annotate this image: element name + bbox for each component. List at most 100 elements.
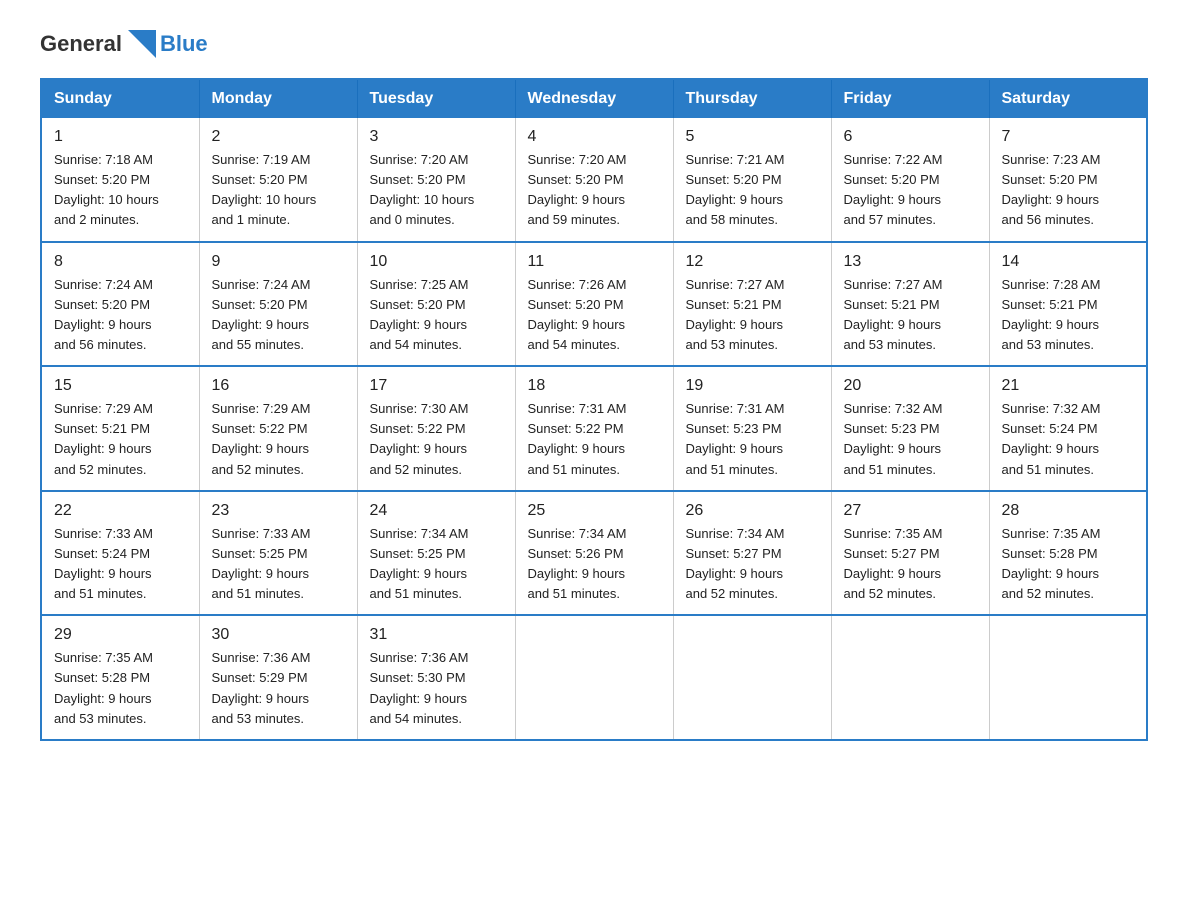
day-number: 5 [686,128,819,146]
day-number: 7 [1002,128,1135,146]
weekday-header-wednesday: Wednesday [515,79,673,118]
day-info: Sunrise: 7:32 AMSunset: 5:24 PMDaylight:… [1002,399,1135,480]
day-info: Sunrise: 7:25 AMSunset: 5:20 PMDaylight:… [370,275,503,356]
day-info: Sunrise: 7:23 AMSunset: 5:20 PMDaylight:… [1002,150,1135,231]
day-info: Sunrise: 7:22 AMSunset: 5:20 PMDaylight:… [844,150,977,231]
calendar-cell: 26 Sunrise: 7:34 AMSunset: 5:27 PMDayligh… [673,491,831,616]
day-info: Sunrise: 7:29 AMSunset: 5:22 PMDaylight:… [212,399,345,480]
day-info: Sunrise: 7:21 AMSunset: 5:20 PMDaylight:… [686,150,819,231]
day-info: Sunrise: 7:27 AMSunset: 5:21 PMDaylight:… [686,275,819,356]
day-info: Sunrise: 7:36 AMSunset: 5:29 PMDaylight:… [212,648,345,729]
day-info: Sunrise: 7:34 AMSunset: 5:25 PMDaylight:… [370,524,503,605]
calendar-cell: 19Sunrise: 7:31 AMSunset: 5:23 PMDayligh… [673,366,831,491]
day-info: Sunrise: 7:28 AMSunset: 5:21 PMDaylight:… [1002,275,1135,356]
calendar-cell [831,615,989,740]
weekday-header-monday: Monday [199,79,357,118]
day-info: Sunrise: 7:24 AMSunset: 5:20 PMDaylight:… [212,275,345,356]
day-number: 28 [1002,502,1135,520]
day-number: 18 [528,377,661,395]
day-number: 26 [686,502,819,520]
day-info: Sunrise: 7:26 AMSunset: 5:20 PMDaylight:… [528,275,661,356]
day-number: 16 [212,377,345,395]
day-number: 31 [370,626,503,644]
day-info: Sunrise: 7:32 AMSunset: 5:23 PMDaylight:… [844,399,977,480]
calendar-cell: 5 Sunrise: 7:21 AMSunset: 5:20 PMDaylight… [673,118,831,242]
day-number: 9 [212,253,345,271]
day-number: 21 [1002,377,1135,395]
day-info: Sunrise: 7:20 AMSunset: 5:20 PMDaylight:… [528,150,661,231]
calendar-cell [989,615,1147,740]
calendar-cell: 27 Sunrise: 7:35 AMSunset: 5:27 PMDayligh… [831,491,989,616]
day-number: 15 [54,377,187,395]
day-number: 29 [54,626,187,644]
calendar-table: SundayMondayTuesdayWednesdayThursdayFrid… [40,78,1148,741]
calendar-cell: 17 Sunrise: 7:30 AMSunset: 5:22 PMDayligh… [357,366,515,491]
day-info: Sunrise: 7:34 AMSunset: 5:27 PMDaylight:… [686,524,819,605]
calendar-cell: 2Sunrise: 7:19 AMSunset: 5:20 PMDaylight… [199,118,357,242]
logo: General Blue [40,30,208,58]
day-number: 25 [528,502,661,520]
day-number: 8 [54,253,187,271]
day-number: 3 [370,128,503,146]
day-number: 27 [844,502,977,520]
day-info: Sunrise: 7:35 AMSunset: 5:28 PMDaylight:… [1002,524,1135,605]
calendar-cell: 14 Sunrise: 7:28 AMSunset: 5:21 PMDayligh… [989,242,1147,367]
day-number: 30 [212,626,345,644]
weekday-header-friday: Friday [831,79,989,118]
day-info: Sunrise: 7:36 AMSunset: 5:30 PMDaylight:… [370,648,503,729]
weekday-header-row: SundayMondayTuesdayWednesdayThursdayFrid… [41,79,1147,118]
calendar-cell: 11Sunrise: 7:26 AMSunset: 5:20 PMDayligh… [515,242,673,367]
calendar-cell: 23 Sunrise: 7:33 AMSunset: 5:25 PMDayligh… [199,491,357,616]
calendar-cell [673,615,831,740]
calendar-week-row: 29 Sunrise: 7:35 AMSunset: 5:28 PMDayligh… [41,615,1147,740]
calendar-cell: 20 Sunrise: 7:32 AMSunset: 5:23 PMDayligh… [831,366,989,491]
logo-text-general: General [40,31,122,57]
calendar-cell: 29 Sunrise: 7:35 AMSunset: 5:28 PMDayligh… [41,615,199,740]
calendar-cell: 3 Sunrise: 7:20 AMSunset: 5:20 PMDaylight… [357,118,515,242]
calendar-cell: 1Sunrise: 7:18 AMSunset: 5:20 PMDaylight… [41,118,199,242]
day-number: 20 [844,377,977,395]
calendar-cell [515,615,673,740]
day-number: 13 [844,253,977,271]
calendar-cell: 12Sunrise: 7:27 AMSunset: 5:21 PMDayligh… [673,242,831,367]
calendar-cell: 6 Sunrise: 7:22 AMSunset: 5:20 PMDaylight… [831,118,989,242]
page-header: General Blue [40,30,1148,58]
day-info: Sunrise: 7:35 AMSunset: 5:27 PMDaylight:… [844,524,977,605]
calendar-cell: 28 Sunrise: 7:35 AMSunset: 5:28 PMDayligh… [989,491,1147,616]
calendar-week-row: 22Sunrise: 7:33 AMSunset: 5:24 PMDayligh… [41,491,1147,616]
day-number: 4 [528,128,661,146]
day-number: 1 [54,128,187,146]
calendar-week-row: 15Sunrise: 7:29 AMSunset: 5:21 PMDayligh… [41,366,1147,491]
calendar-cell: 7 Sunrise: 7:23 AMSunset: 5:20 PMDaylight… [989,118,1147,242]
calendar-cell: 25 Sunrise: 7:34 AMSunset: 5:26 PMDayligh… [515,491,673,616]
weekday-header-saturday: Saturday [989,79,1147,118]
calendar-cell: 4 Sunrise: 7:20 AMSunset: 5:20 PMDaylight… [515,118,673,242]
weekday-header-sunday: Sunday [41,79,199,118]
day-number: 6 [844,128,977,146]
day-number: 17 [370,377,503,395]
day-info: Sunrise: 7:20 AMSunset: 5:20 PMDaylight:… [370,150,503,231]
day-info: Sunrise: 7:34 AMSunset: 5:26 PMDaylight:… [528,524,661,605]
day-info: Sunrise: 7:33 AMSunset: 5:25 PMDaylight:… [212,524,345,605]
day-number: 24 [370,502,503,520]
day-number: 23 [212,502,345,520]
calendar-cell: 10 Sunrise: 7:25 AMSunset: 5:20 PMDayligh… [357,242,515,367]
weekday-header-tuesday: Tuesday [357,79,515,118]
calendar-cell: 18Sunrise: 7:31 AMSunset: 5:22 PMDayligh… [515,366,673,491]
calendar-cell: 15Sunrise: 7:29 AMSunset: 5:21 PMDayligh… [41,366,199,491]
calendar-cell: 9 Sunrise: 7:24 AMSunset: 5:20 PMDaylight… [199,242,357,367]
calendar-week-row: 8 Sunrise: 7:24 AMSunset: 5:20 PMDaylight… [41,242,1147,367]
day-number: 22 [54,502,187,520]
day-info: Sunrise: 7:35 AMSunset: 5:28 PMDaylight:… [54,648,187,729]
calendar-cell: 30 Sunrise: 7:36 AMSunset: 5:29 PMDayligh… [199,615,357,740]
calendar-cell: 24 Sunrise: 7:34 AMSunset: 5:25 PMDayligh… [357,491,515,616]
day-number: 10 [370,253,503,271]
day-number: 2 [212,128,345,146]
day-info: Sunrise: 7:24 AMSunset: 5:20 PMDaylight:… [54,275,187,356]
calendar-cell: 22Sunrise: 7:33 AMSunset: 5:24 PMDayligh… [41,491,199,616]
day-info: Sunrise: 7:31 AMSunset: 5:23 PMDaylight:… [686,399,819,480]
day-number: 14 [1002,253,1135,271]
calendar-cell: 31 Sunrise: 7:36 AMSunset: 5:30 PMDayligh… [357,615,515,740]
day-info: Sunrise: 7:30 AMSunset: 5:22 PMDaylight:… [370,399,503,480]
calendar-cell: 13Sunrise: 7:27 AMSunset: 5:21 PMDayligh… [831,242,989,367]
